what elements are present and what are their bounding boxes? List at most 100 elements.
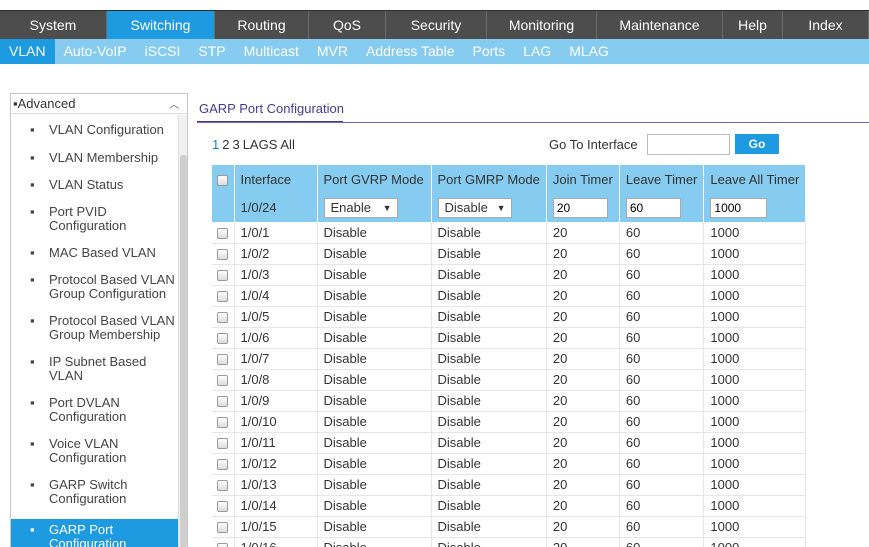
table-row[interactable]: 1/0/11 Disable Disable 20 60 1000 (212, 432, 807, 454)
pager-link-lags[interactable]: LAGS (243, 137, 278, 152)
row-checkbox[interactable] (217, 396, 229, 408)
top-nav-monitoring[interactable]: Monitoring (487, 11, 597, 40)
row-checkbox[interactable] (217, 249, 229, 261)
sub-nav-multicast[interactable]: Multicast (235, 39, 308, 64)
top-nav-routing[interactable]: Routing (215, 11, 309, 40)
top-nav-maintenance[interactable]: Maintenance (597, 11, 723, 40)
row-checkbox[interactable] (217, 270, 229, 282)
sidebar-item-ip-subnet-based-vlan[interactable]: ▪ IP Subnet Based VLAN (11, 355, 179, 383)
top-nav-switching[interactable]: Switching (107, 11, 215, 40)
sidebar-scrollbar[interactable] (178, 115, 187, 547)
go-button[interactable]: Go (735, 134, 779, 154)
table-row[interactable]: 1/0/15 Disable Disable 20 60 1000 (212, 516, 807, 538)
sub-nav-iscsi[interactable]: iSCSI (136, 39, 190, 64)
sidebar-item-port-dvlan-configuration[interactable]: ▪ Port DVLAN Configuration (11, 396, 179, 424)
chevron-up-icon[interactable]: ︿ (169, 96, 179, 111)
pager-link-1[interactable]: 1 (212, 137, 219, 152)
leave-all-timer-input[interactable] (710, 197, 768, 218)
table-row[interactable]: 1/0/8 Disable Disable 20 60 1000 (212, 369, 807, 391)
row-checkbox[interactable] (217, 375, 229, 387)
select-all-header (212, 165, 235, 194)
cell-gmrp: Disable (431, 306, 547, 328)
table-row[interactable]: 1/0/13 Disable Disable 20 60 1000 (212, 474, 807, 496)
sub-nav-mlag[interactable]: MLAG (560, 39, 618, 64)
select-all-checkbox[interactable] (217, 175, 229, 187)
sidebar-item-vlan-configuration[interactable]: ▪ VLAN Configuration (11, 123, 179, 137)
cell-join: 20 (546, 243, 620, 265)
table-row[interactable]: 1/0/2 Disable Disable 20 60 1000 (212, 243, 807, 265)
cell-gmrp: Disable (431, 348, 547, 370)
sidebar-item-vlan-membership[interactable]: ▪ VLAN Membership (11, 151, 179, 165)
row-checkbox[interactable] (217, 333, 229, 345)
row-checkbox[interactable] (217, 228, 229, 240)
table-row[interactable]: 1/0/1 Disable Disable 20 60 1000 (212, 222, 807, 244)
row-checkbox[interactable] (217, 312, 229, 324)
row-checkbox[interactable] (217, 543, 229, 547)
pager-link-2[interactable]: 2 (222, 137, 229, 152)
sidebar-item-garp-port-configuration[interactable]: ▪ GARP Port Configuration (11, 519, 179, 547)
row-checkbox[interactable] (217, 522, 229, 534)
table-row[interactable]: 1/0/3 Disable Disable 20 60 1000 (212, 264, 807, 286)
goto-interface-input[interactable] (647, 134, 730, 155)
table-row[interactable]: 1/0/5 Disable Disable 20 60 1000 (212, 306, 807, 328)
row-checkbox[interactable] (217, 438, 229, 450)
sub-nav-address-table[interactable]: Address Table (357, 39, 463, 64)
table-row[interactable]: 1/0/6 Disable Disable 20 60 1000 (212, 327, 807, 349)
sub-nav-lag[interactable]: LAG (514, 39, 560, 64)
cell-leave-all: 1000 (703, 411, 807, 433)
sidebar-item-protocol-based-vlan-group-configuration[interactable]: ▪ Protocol Based VLAN Group Configuration (11, 273, 179, 301)
sidebar-item-vlan-status[interactable]: ▪ VLAN Status (11, 178, 179, 192)
row-checkbox[interactable] (217, 459, 229, 471)
row-checkbox[interactable] (217, 480, 229, 492)
pager-link-3[interactable]: 3 (232, 137, 239, 152)
row-checkbox[interactable] (217, 291, 229, 303)
leave-timer-input[interactable] (625, 197, 681, 218)
sidebar-scrollbar-thumb[interactable] (180, 155, 187, 547)
row-checkbox[interactable] (217, 501, 229, 513)
sidebar-header-advanced[interactable]: ▪Advanced ︿ (11, 94, 187, 114)
table-row[interactable]: 1/0/10 Disable Disable 20 60 1000 (212, 411, 807, 433)
top-nav-qos[interactable]: QoS (309, 11, 386, 40)
cell-join: 20 (546, 411, 620, 433)
gvrp-mode-select[interactable]: Enable ▼ (323, 197, 398, 218)
top-nav-system[interactable]: System (0, 11, 107, 40)
row-checkbox[interactable] (217, 417, 229, 429)
sidebar-item-port-pvid-configuration[interactable]: ▪ Port PVID Configuration (11, 205, 179, 233)
cell-join: 20 (546, 432, 620, 454)
cell-gmrp: Disable (431, 516, 547, 538)
table-row[interactable]: 1/0/9 Disable Disable 20 60 1000 (212, 390, 807, 412)
row-checkbox-cell (212, 243, 235, 265)
table-row[interactable]: 1/0/7 Disable Disable 20 60 1000 (212, 348, 807, 370)
column-header-gmrp: Port GMRP Mode (431, 165, 547, 194)
bullet-icon: ▪ (30, 354, 35, 369)
cell-gmrp: Disable (431, 285, 547, 307)
sub-nav-ports[interactable]: Ports (463, 39, 514, 64)
sidebar-item-protocol-based-vlan-group-membership[interactable]: ▪ Protocol Based VLAN Group Membership (11, 314, 179, 342)
join-timer-input[interactable] (552, 197, 608, 218)
bullet-icon: ▪ (30, 477, 35, 492)
sidebar-item-label: IP Subnet Based VLAN (49, 354, 147, 383)
row-checkbox-cell (212, 516, 235, 538)
top-nav-help[interactable]: Help (723, 11, 783, 40)
table-row[interactable]: 1/0/12 Disable Disable 20 60 1000 (212, 453, 807, 475)
column-header-leave-timer: Leave Timer (619, 165, 705, 194)
sidebar-item-voice-vlan-configuration[interactable]: ▪ Voice VLAN Configuration (11, 437, 179, 465)
cell-leave-all: 1000 (703, 243, 807, 265)
cell-gvrp: Disable (317, 306, 432, 328)
sub-nav-auto-voip[interactable]: Auto-VoIP (55, 39, 136, 64)
sub-nav-mvr[interactable]: MVR (308, 39, 357, 64)
row-checkbox[interactable] (217, 354, 229, 366)
sub-nav-stp[interactable]: STP (189, 39, 234, 64)
sidebar-item-mac-based-vlan[interactable]: ▪ MAC Based VLAN (11, 246, 179, 260)
gmrp-mode-select[interactable]: Disable ▼ (437, 197, 512, 218)
cell-join: 20 (546, 495, 620, 517)
sub-nav-vlan[interactable]: VLAN (0, 39, 55, 64)
pager-link-all[interactable]: All (280, 137, 294, 152)
table-row[interactable]: 1/0/4 Disable Disable 20 60 1000 (212, 285, 807, 307)
top-nav-index[interactable]: Index (783, 11, 869, 40)
sidebar-item-garp-switch-configuration[interactable]: ▪ GARP Switch Configuration (11, 478, 179, 506)
top-nav-security[interactable]: Security (386, 11, 487, 40)
table-row[interactable]: 1/0/14 Disable Disable 20 60 1000 (212, 495, 807, 517)
cell-leave: 60 (619, 495, 705, 517)
table-row[interactable]: 1/0/16DisableDisable20601000 (212, 537, 807, 547)
